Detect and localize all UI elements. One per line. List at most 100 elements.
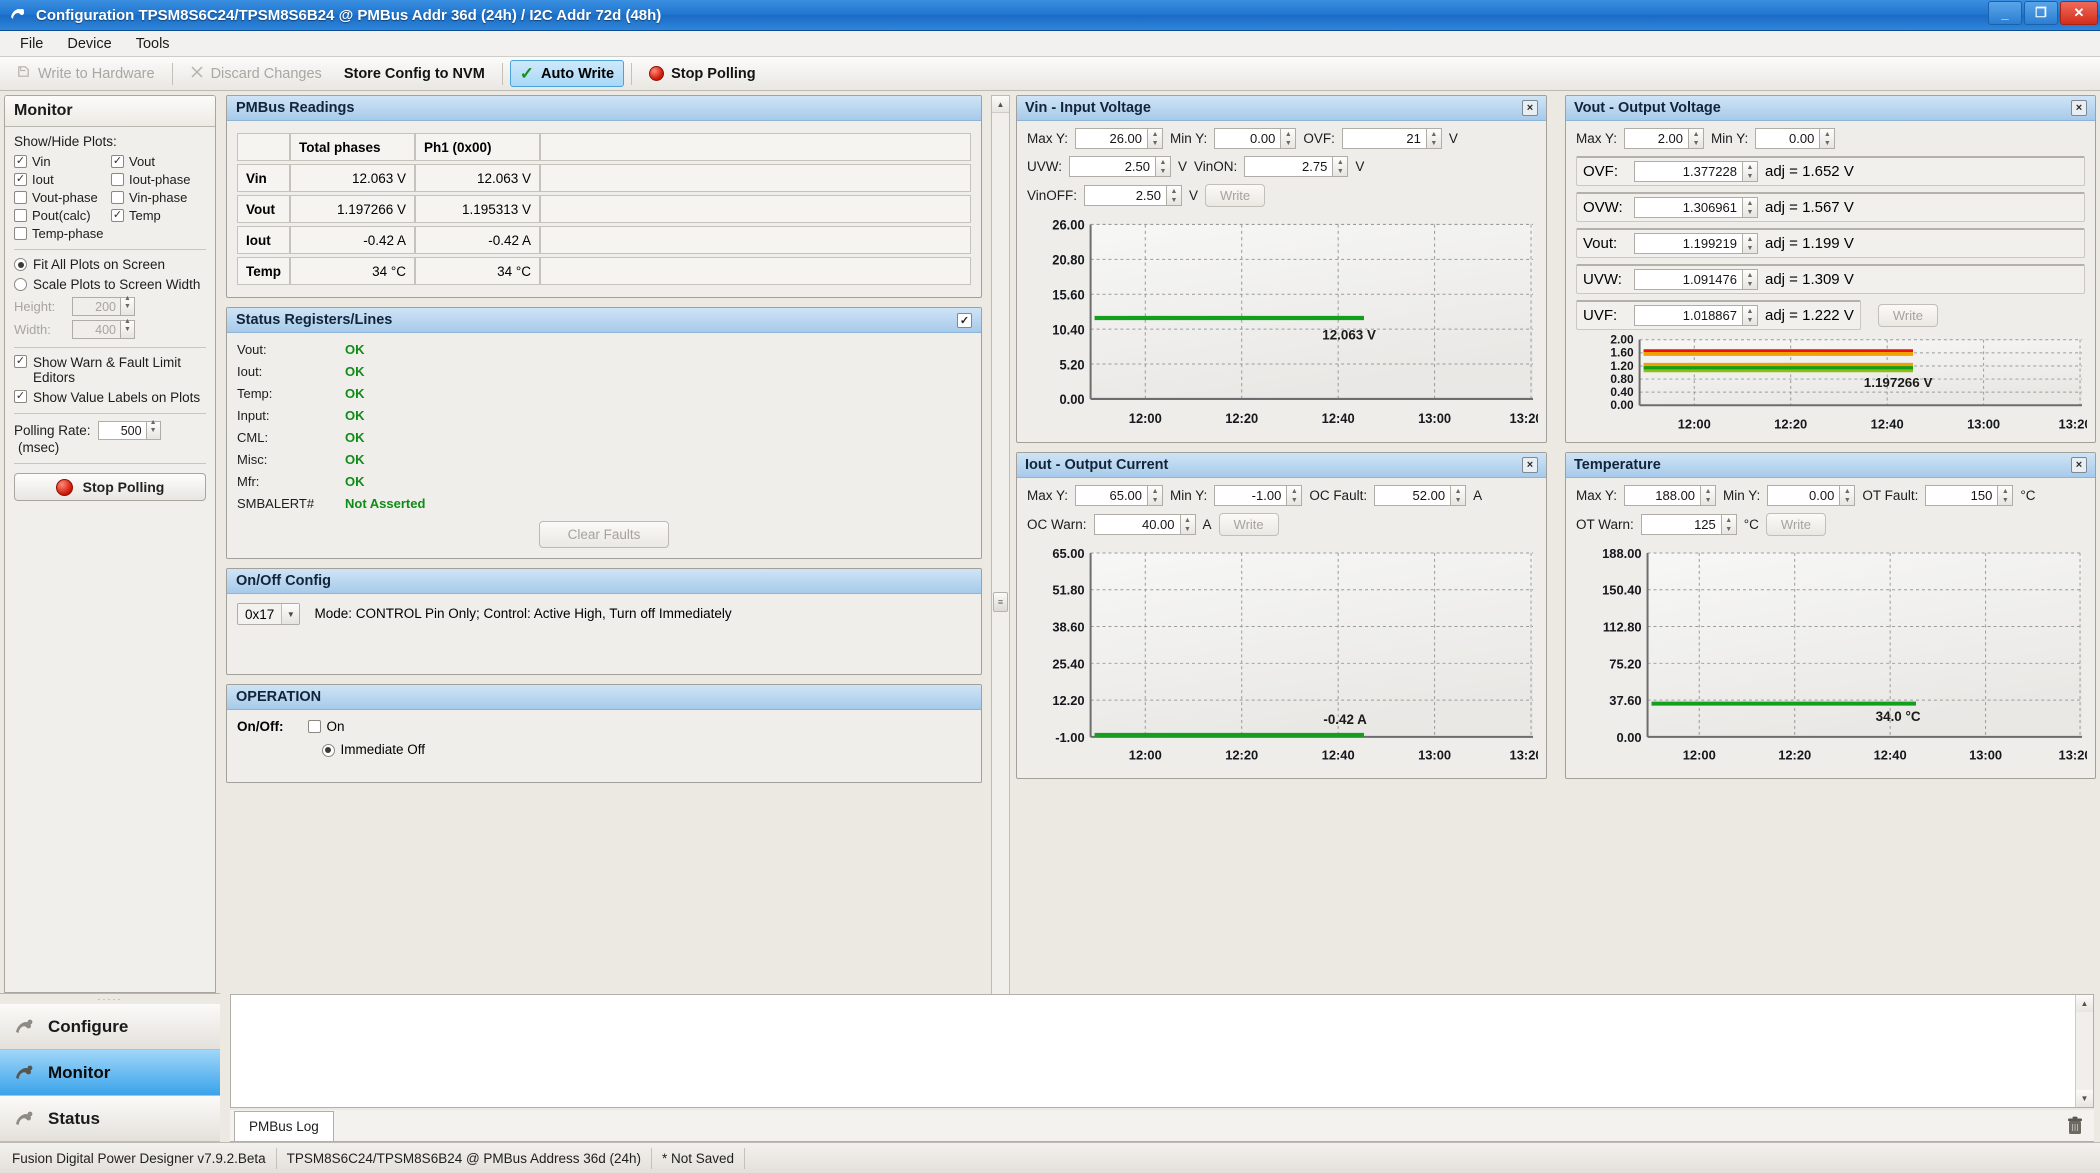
temp-otfault-input[interactable]	[1925, 485, 1998, 506]
vin-vinon-stepper[interactable]: ▲▼	[1244, 156, 1349, 177]
iout-ocfault-arrows[interactable]: ▲ ▼	[1450, 485, 1467, 506]
scroll-up-arrow-icon[interactable]: ▲	[992, 96, 1009, 113]
checkbox-vin-phase[interactable]	[111, 191, 124, 204]
checkbox-row-vout[interactable]: Vout	[111, 154, 206, 169]
vin-vinoff-stepper[interactable]: ▲▼	[1084, 185, 1183, 206]
iout-write-button[interactable]: Write	[1218, 513, 1279, 536]
clear-faults-button[interactable]: Clear Faults	[538, 521, 670, 548]
vout-ovf-arrows[interactable]: ▲ ▼	[1742, 161, 1758, 182]
menu-item-tools[interactable]: Tools	[124, 33, 182, 55]
checkbox-row-vin[interactable]: Vin	[14, 154, 109, 169]
status-registers-checkbox[interactable]: ✓	[957, 312, 972, 328]
vout-uvf-stepper[interactable]: ▲▼	[1634, 305, 1758, 326]
checkbox-row-show-warn-fault[interactable]: Show Warn & Fault Limit Editors	[14, 355, 206, 385]
vout-miny-input[interactable]	[1755, 128, 1820, 149]
checkbox-row-show-value-labels[interactable]: Show Value Labels on Plots	[14, 390, 206, 405]
vin-uvw-stepper[interactable]: ▲▼	[1069, 156, 1172, 177]
temp-otfault-stepper[interactable]: ▲▼	[1925, 485, 2014, 506]
log-scroll-down-arrow-icon[interactable]: ▼	[2076, 1090, 2093, 1107]
temp-otwarn-stepper[interactable]: ▲▼	[1640, 514, 1737, 535]
temp-write-button[interactable]: Write	[1765, 513, 1827, 536]
iout-maxy-stepper[interactable]: ▲▼	[1075, 485, 1164, 506]
width-stepper-arrows[interactable]: ▲ ▼	[120, 318, 135, 339]
temp-miny-arrows[interactable]: ▲ ▼	[1839, 485, 1856, 506]
store-config-nvm-button[interactable]: Store Config to NVM	[334, 61, 495, 87]
scrollbar-thumb[interactable]: ≡	[993, 591, 1008, 612]
close-icon[interactable]: ×	[1522, 457, 1538, 473]
close-icon[interactable]: ×	[2071, 100, 2087, 116]
checkbox-row-temp-phase[interactable]: Temp-phase	[14, 226, 109, 241]
center-vertical-scrollbar[interactable]: ▲ ≡ ▼	[991, 95, 1010, 1108]
vin-miny-arrows[interactable]: ▲ ▼	[1280, 128, 1297, 149]
checkbox-show-warn-fault-editors[interactable]	[14, 355, 27, 368]
vout-ovf-stepper[interactable]: ▲▼	[1634, 161, 1758, 182]
operation-on-row[interactable]: On	[307, 719, 426, 734]
stop-polling-toolbar-button[interactable]: Stop Polling	[639, 61, 766, 87]
vout-ovf-input[interactable]	[1634, 161, 1742, 182]
iout-miny-stepper[interactable]: ▲▼	[1214, 485, 1303, 506]
checkbox-vin[interactable]	[14, 155, 27, 168]
temp-miny-stepper[interactable]: ▲▼	[1767, 485, 1856, 506]
vin-vinoff-input[interactable]	[1084, 185, 1167, 206]
checkbox-temp[interactable]	[111, 209, 124, 222]
sidebar-item-configure[interactable]: Configure	[0, 1004, 220, 1050]
temp-otfault-arrows[interactable]: ▲ ▼	[1997, 485, 2014, 506]
radio-fit-all-plots[interactable]	[14, 258, 27, 271]
vin-ovf-arrows[interactable]: ▲ ▼	[1425, 128, 1442, 149]
height-stepper[interactable]: ▲▼	[72, 295, 135, 316]
vin-vinon-input[interactable]	[1244, 156, 1333, 177]
vout-uvw-input[interactable]	[1634, 269, 1742, 290]
checkbox-operation-on[interactable]	[307, 720, 321, 733]
checkbox-row-iout[interactable]: Iout	[14, 172, 109, 187]
vout-maxy-stepper[interactable]: ▲▼	[1624, 128, 1705, 149]
iout-miny-arrows[interactable]: ▲ ▼	[1286, 485, 1303, 506]
vout-miny-arrows[interactable]: ▲ ▼	[1819, 128, 1836, 149]
vout-maxy-arrows[interactable]: ▲ ▼	[1688, 128, 1705, 149]
discard-changes-button[interactable]: Discard Changes	[180, 60, 332, 88]
vin-maxy-stepper[interactable]: ▲▼	[1075, 128, 1164, 149]
checkbox-row-vout-phase[interactable]: Vout-phase	[14, 190, 109, 205]
menu-item-device[interactable]: Device	[55, 33, 123, 55]
iout-ocfault-stepper[interactable]: ▲▼	[1374, 485, 1467, 506]
vout-vout-stepper[interactable]: ▲▼	[1634, 233, 1758, 254]
operation-immediate-off-row[interactable]: Immediate Off	[321, 742, 425, 757]
vin-miny-input[interactable]	[1214, 128, 1281, 149]
vin-uvw-input[interactable]	[1069, 156, 1156, 177]
log-scroll-up-arrow-icon[interactable]: ▲	[2076, 995, 2093, 1012]
checkbox-row-pout-calc[interactable]: Pout(calc)	[14, 208, 109, 223]
temp-maxy-arrows[interactable]: ▲ ▼	[1700, 485, 1717, 506]
iout-ocfault-input[interactable]	[1374, 485, 1451, 506]
temp-maxy-input[interactable]	[1624, 485, 1701, 506]
checkbox-iout[interactable]	[14, 173, 27, 186]
width-stepper[interactable]: ▲▼	[72, 318, 135, 339]
height-input[interactable]	[72, 297, 120, 316]
stop-polling-button[interactable]: Stop Polling	[14, 473, 206, 501]
write-to-hardware-button[interactable]: Write to Hardware	[6, 59, 165, 88]
menu-item-file[interactable]: File	[8, 33, 55, 55]
temp-miny-input[interactable]	[1767, 485, 1840, 506]
vout-uvf-arrows[interactable]: ▲ ▼	[1742, 305, 1758, 326]
checkbox-temp-phase[interactable]	[14, 227, 27, 240]
checkbox-vout[interactable]	[111, 155, 124, 168]
polling-rate-stepper-arrows[interactable]: ▲ ▼	[145, 419, 161, 440]
close-icon[interactable]: ×	[1522, 100, 1538, 116]
checkbox-row-temp[interactable]: Temp	[111, 208, 206, 223]
vin-write-button[interactable]: Write	[1205, 184, 1266, 207]
radio-scale-to-width[interactable]	[14, 278, 27, 291]
log-vertical-scrollbar[interactable]: ▲ ▼	[2075, 995, 2093, 1107]
checkbox-row-vin-phase[interactable]: Vin-phase	[111, 190, 206, 205]
iout-ocwarn-input[interactable]	[1093, 514, 1180, 535]
polling-rate-stepper[interactable]: ▲▼	[97, 419, 161, 440]
iout-ocwarn-stepper[interactable]: ▲▼	[1093, 514, 1196, 535]
iout-miny-input[interactable]	[1214, 485, 1287, 506]
sidebar-item-monitor[interactable]: Monitor	[0, 1050, 220, 1096]
iout-ocwarn-arrows[interactable]: ▲ ▼	[1179, 514, 1196, 535]
vout-vout-input[interactable]	[1634, 233, 1742, 254]
vin-miny-stepper[interactable]: ▲▼	[1214, 128, 1297, 149]
vout-ovw-arrows[interactable]: ▲ ▼	[1742, 197, 1758, 218]
restore-button[interactable]: ❐	[2024, 1, 2058, 25]
temp-otwarn-input[interactable]	[1640, 514, 1721, 535]
vout-vout-arrows[interactable]: ▲ ▼	[1742, 233, 1758, 254]
chevron-down-icon[interactable]: ▼	[281, 604, 300, 624]
height-stepper-arrows[interactable]: ▲ ▼	[120, 295, 135, 316]
